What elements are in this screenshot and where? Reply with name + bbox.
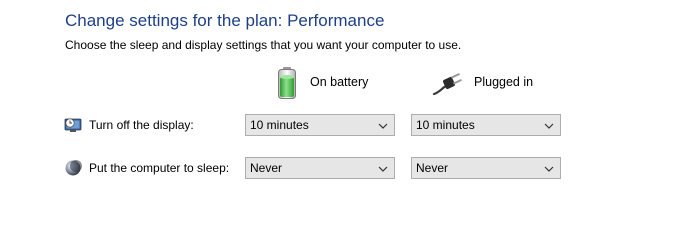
dropdown-value: Never: [250, 161, 283, 175]
row-computer-sleep: Put the computer to sleep:: [64, 157, 229, 179]
chevron-down-icon: [544, 120, 554, 130]
page-title: Change settings for the plan: Performanc…: [65, 11, 385, 30]
column-label-plugged: Plugged in: [474, 75, 534, 89]
row-turn-off-display: Turn off the display:: [64, 114, 194, 136]
chevron-down-icon: [378, 120, 388, 130]
sleep-timeout-plugged-dropdown[interactable]: Never: [411, 157, 561, 179]
power-plan-settings-page: Change settings for the plan: Performanc…: [0, 0, 695, 220]
chevron-down-icon: [544, 163, 554, 173]
row-label-sleep: Put the computer to sleep:: [89, 161, 230, 175]
battery-icon: [276, 66, 298, 100]
column-label-battery: On battery: [310, 75, 369, 89]
chevron-down-icon: [378, 163, 388, 173]
column-header-plugged: Plugged in: [432, 66, 533, 100]
page-subtitle: Choose the sleep and display settings th…: [65, 38, 462, 52]
display-timeout-battery-dropdown[interactable]: 10 minutes: [245, 114, 395, 136]
moon-sleep-icon: [64, 159, 82, 177]
dropdown-value: Never: [416, 161, 449, 175]
dropdown-value: 10 minutes: [250, 118, 309, 132]
column-header-battery: On battery: [276, 66, 368, 100]
display-timeout-plugged-dropdown[interactable]: 10 minutes: [411, 114, 561, 136]
power-plug-icon: [432, 66, 462, 100]
monitor-clock-icon: [64, 116, 82, 134]
dropdown-value: 10 minutes: [416, 118, 475, 132]
row-label-display: Turn off the display:: [89, 118, 194, 132]
sleep-timeout-battery-dropdown[interactable]: Never: [245, 157, 395, 179]
